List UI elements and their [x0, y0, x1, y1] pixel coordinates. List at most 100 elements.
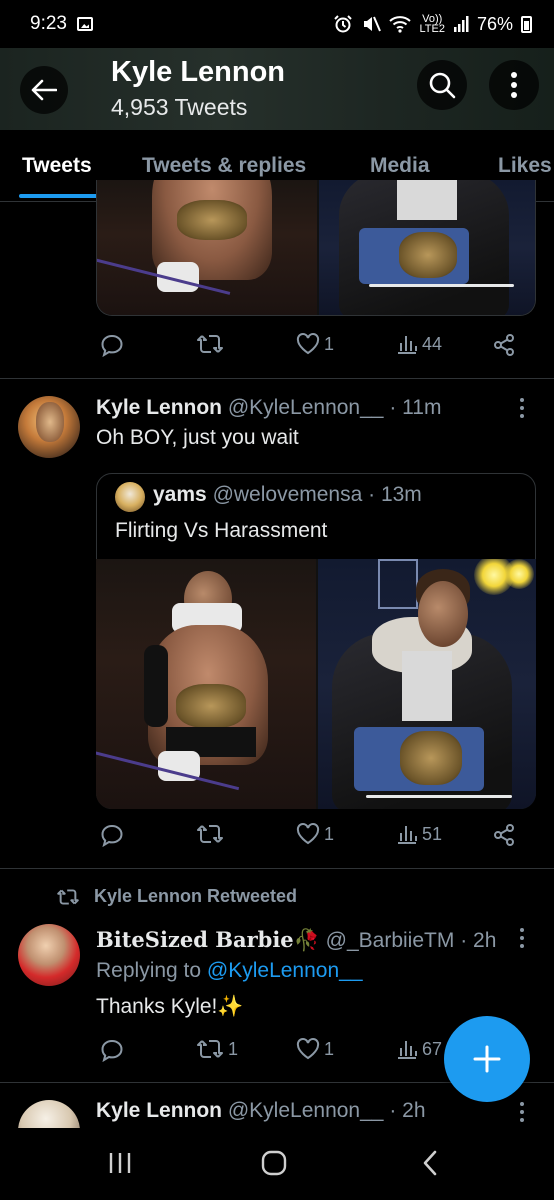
tweet-header: Kyle Lennon @KyleLennon__ · 2h: [96, 1099, 426, 1123]
quote-author-handle: @welovemensa: [212, 483, 363, 506]
reply-button[interactable]: [100, 333, 128, 357]
gallery-notification-icon: [76, 17, 93, 31]
media-image-right[interactable]: [319, 180, 535, 315]
plus-icon: [473, 1045, 501, 1073]
like-count: 1: [324, 823, 335, 844]
views-count: 51: [422, 823, 443, 844]
wifi-icon: [389, 16, 412, 33]
tweet-more-button[interactable]: [512, 926, 532, 950]
elbow-pad: [144, 645, 168, 727]
heart-icon: [296, 1038, 320, 1060]
tweet-header: Kyle Lennon @KyleLennon__ · 11m: [96, 396, 441, 420]
head: [418, 581, 468, 647]
tab-media[interactable]: Media: [370, 154, 430, 178]
tab-tweets-replies[interactable]: Tweets & replies: [142, 154, 306, 178]
more-options-button[interactable]: [489, 60, 539, 110]
reply-icon: [101, 824, 123, 847]
search-button[interactable]: [417, 60, 467, 110]
tweet-text: Thanks Kyle!✨: [96, 995, 244, 1018]
recent-apps-button[interactable]: [100, 1146, 140, 1180]
retweet-button[interactable]: [196, 333, 228, 355]
chevron-left-icon: [423, 1150, 437, 1176]
shirt: [397, 180, 457, 220]
replying-to-handle[interactable]: @KyleLennon__: [207, 959, 363, 982]
search-icon: [429, 72, 456, 99]
author-name[interactable]: Kyle Lennon: [96, 1099, 222, 1122]
like-button[interactable]: 1: [296, 1038, 334, 1060]
profile-name: Kyle Lennon: [111, 56, 286, 88]
tweet-more-button[interactable]: [512, 396, 532, 420]
quoted-tweet[interactable]: yams @welovemensa · 13m Flirting Vs Hara…: [96, 473, 536, 809]
tweet-media[interactable]: [96, 180, 536, 316]
reply-button[interactable]: [100, 1038, 128, 1062]
author-name[interactable]: BiteSized Barbie: [96, 927, 294, 952]
quote-media[interactable]: [96, 559, 536, 809]
home-icon: [261, 1150, 287, 1176]
back-nav-button[interactable]: [410, 1146, 450, 1180]
retweet-icon: [197, 1040, 223, 1058]
reply-button[interactable]: [100, 823, 128, 847]
rose-emoji: 🥀: [293, 929, 320, 952]
media-image-left[interactable]: [96, 559, 316, 809]
retweet-count: 1: [228, 1038, 239, 1059]
author-handle[interactable]: @_BarbiieTM: [326, 929, 455, 952]
tweet-more-button[interactable]: [512, 1100, 532, 1124]
retweet-button[interactable]: 1: [196, 1038, 238, 1060]
battery-percent: 76%: [476, 13, 513, 34]
tweet-time: · 2h: [460, 929, 497, 952]
share-icon: [494, 824, 514, 846]
media-image-right[interactable]: [318, 559, 536, 809]
tweet-time: · 2h: [389, 1099, 426, 1122]
views-icon: [398, 1041, 417, 1059]
views-button[interactable]: 67: [396, 1038, 442, 1060]
tab-likes[interactable]: Likes: [498, 154, 552, 178]
arrow-left-icon: [31, 79, 57, 101]
title-belt: [176, 684, 246, 728]
quote-avatar: [115, 482, 145, 512]
back-button[interactable]: [20, 66, 68, 114]
signal-icon: [453, 16, 469, 32]
lte-label: LTE2: [419, 23, 445, 35]
views-count: 44: [422, 333, 443, 354]
retweet-label[interactable]: Kyle Lennon Retweeted: [94, 886, 297, 907]
tweet-time: · 11m: [389, 396, 442, 419]
quote-author-name: yams: [153, 483, 207, 506]
share-button[interactable]: [492, 333, 516, 357]
tweet-text: Oh BOY, just you wait: [96, 426, 299, 449]
author-handle[interactable]: @KyleLennon__: [228, 1099, 384, 1122]
tweet-actions: 1 44: [96, 333, 526, 363]
views-button[interactable]: 51: [396, 823, 442, 845]
belt-plate: [400, 731, 462, 785]
system-navigation-bar: [0, 1128, 554, 1200]
like-count: 1: [324, 333, 335, 354]
title-belt: [177, 200, 247, 240]
tweet-header: BiteSized Barbie🥀 @_BarbiieTM · 2h: [96, 927, 496, 953]
quote-header: yams @welovemensa · 13m: [153, 483, 422, 507]
avatar[interactable]: [18, 924, 80, 986]
compose-tweet-button[interactable]: [444, 1016, 530, 1102]
retweet-icon: [197, 335, 223, 353]
views-icon: [398, 336, 417, 354]
author-handle[interactable]: @KyleLennon__: [228, 396, 384, 419]
avatar[interactable]: [18, 396, 80, 458]
retweet-button[interactable]: [196, 823, 228, 845]
avatar-face: [36, 402, 64, 442]
heart-icon: [296, 823, 320, 845]
author-name[interactable]: Kyle Lennon: [96, 396, 222, 419]
replying-to: Replying to @KyleLennon__: [96, 959, 363, 983]
status-bar: 9:23 Vo)) LTE2 76%: [0, 0, 554, 48]
profile-header: Kyle Lennon 4,953 Tweets: [0, 48, 554, 130]
active-tab-indicator: [19, 194, 105, 198]
share-button[interactable]: [492, 823, 516, 847]
media-image-left[interactable]: [97, 180, 317, 315]
like-button[interactable]: 1: [296, 333, 334, 355]
views-button[interactable]: 44: [396, 333, 442, 355]
tab-tweets[interactable]: Tweets: [22, 154, 92, 178]
home-button[interactable]: [254, 1146, 294, 1180]
media-progress: [366, 795, 512, 798]
heart-icon: [296, 333, 320, 355]
quote-text: Flirting Vs Harassment: [115, 519, 328, 542]
status-time: 9:23: [30, 13, 67, 34]
mute-icon: [364, 16, 382, 32]
like-button[interactable]: 1: [296, 823, 334, 845]
